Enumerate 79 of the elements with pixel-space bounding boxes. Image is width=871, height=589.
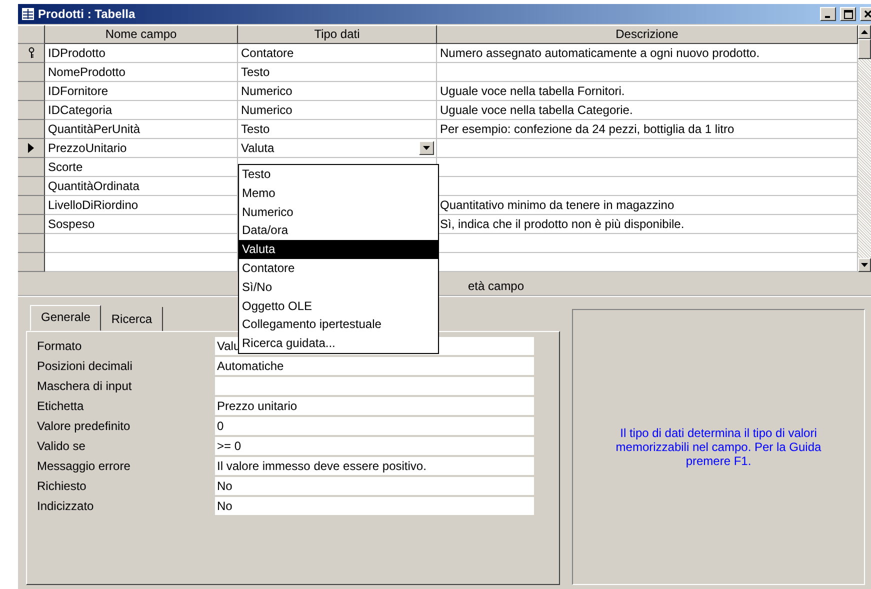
property-field[interactable]: Prezzo unitario [215,397,534,415]
window-title: Prodotti : Tabella [38,7,136,21]
field-name-cell[interactable]: Scorte [45,158,238,177]
description-cell[interactable]: Numero assegnato automaticamente a ogni nuovo prodotto. [437,44,858,63]
property-label: Valore predefinito [37,419,132,433]
down-arrow-icon [861,263,868,267]
row-selector[interactable] [18,63,45,82]
scroll-thumb[interactable] [858,39,871,59]
property-field[interactable]: No [215,497,534,515]
field-name-cell[interactable]: NomeProdotto [45,63,238,82]
property-field[interactable]: Automatiche [215,357,534,375]
row-selector[interactable] [18,177,45,196]
row-selector[interactable] [18,101,45,120]
field-name-cell[interactable]: IDCategoria [45,101,238,120]
maximize-icon [844,10,852,18]
dropdown-option[interactable]: Data/ora [239,221,438,240]
description-cell[interactable]: Per esempio: confezione da 24 pezzi, bottiglia da 1 litro [437,120,858,139]
dropdown-option[interactable]: Memo [239,184,438,203]
dropdown-button[interactable] [419,141,434,155]
description-cell[interactable] [437,139,858,158]
minimize-button[interactable] [820,7,836,21]
data-type-cell[interactable]: Testo [238,63,437,82]
dropdown-option[interactable]: Numerico [239,202,438,222]
row-selector[interactable] [18,44,45,63]
close-icon [864,10,871,18]
row-selector[interactable] [18,139,45,158]
property-field[interactable]: Il valore immesso deve essere positivo. [215,457,534,475]
field-name-cell[interactable]: IDFornitore [45,82,238,101]
dropdown-option[interactable]: Sì/No [239,278,438,297]
field-name-cell[interactable]: Sospeso [45,215,238,234]
column-header[interactable]: Descrizione [437,25,858,44]
field-name-cell[interactable]: LivelloDiRiordino [45,196,238,215]
row-selector[interactable] [18,120,45,139]
description-cell[interactable]: Uguale voce nella tabella Fornitori. [437,82,858,101]
row-selector[interactable] [18,82,45,101]
field-name-cell[interactable]: QuantitàOrdinata [45,177,238,196]
property-label: Indicizzato [37,499,95,513]
row-selector[interactable] [18,158,45,177]
data-type-cell[interactable]: Numerico [238,82,437,101]
dropdown-option[interactable]: Collegamento ipertestuale [239,315,438,334]
property-label: Posizioni decimali [37,359,134,373]
dropdown-option[interactable]: Oggetto OLE [239,296,438,316]
property-label: Richiesto [37,479,88,493]
dropdown-option[interactable]: Testo [239,165,438,184]
property-label: Formato [37,339,83,353]
property-label: Etichetta [37,399,85,413]
row-selector[interactable] [18,253,45,272]
table-icon [22,8,34,20]
up-arrow-icon [861,30,868,34]
row-selector[interactable] [18,215,45,234]
section-label: età campo [468,279,524,293]
field-name-cell[interactable]: IDProdotto [45,44,238,63]
data-type-cell[interactable]: Contatore [238,44,437,63]
data-type-combo[interactable]: Valuta [238,139,437,158]
property-label: Messaggio errore [37,459,132,473]
row-selector[interactable] [18,196,45,215]
data-type-cell[interactable]: Testo [238,120,437,139]
property-field[interactable] [215,377,534,395]
properties-tab[interactable]: Generale [30,305,102,331]
row-selector[interactable] [18,234,45,253]
field-name-cell[interactable]: PrezzoUnitario [45,139,238,158]
field-name-cell[interactable]: QuantitàPerUnità [45,120,238,139]
caret-icon [423,146,430,150]
description-cell[interactable]: Uguale voce nella tabella Categorie. [437,101,858,120]
property-label: Maschera di input [37,379,133,393]
column-header[interactable]: Nome campo [45,25,238,44]
vertical-scrollbar[interactable] [858,25,871,272]
maximize-button[interactable] [840,7,856,21]
description-cell[interactable] [437,63,858,82]
dropdown-option[interactable]: Ricerca guidata... [239,334,438,353]
property-field[interactable]: 0 [215,417,534,435]
property-field[interactable]: >= 0 [215,437,534,455]
help-text: Il tipo di dati determina il tipo di valori memorizzabili nel campo. Per la Guida premere F1. [614,426,822,468]
dropdown-option[interactable]: Valuta [239,240,438,259]
data-type-cell[interactable]: Numerico [238,101,437,120]
column-header[interactable]: Tipo dati [238,25,437,44]
dropdown-option[interactable]: Contatore [239,258,438,278]
property-field[interactable]: No [215,477,534,495]
property-label: Valido se [37,439,86,453]
